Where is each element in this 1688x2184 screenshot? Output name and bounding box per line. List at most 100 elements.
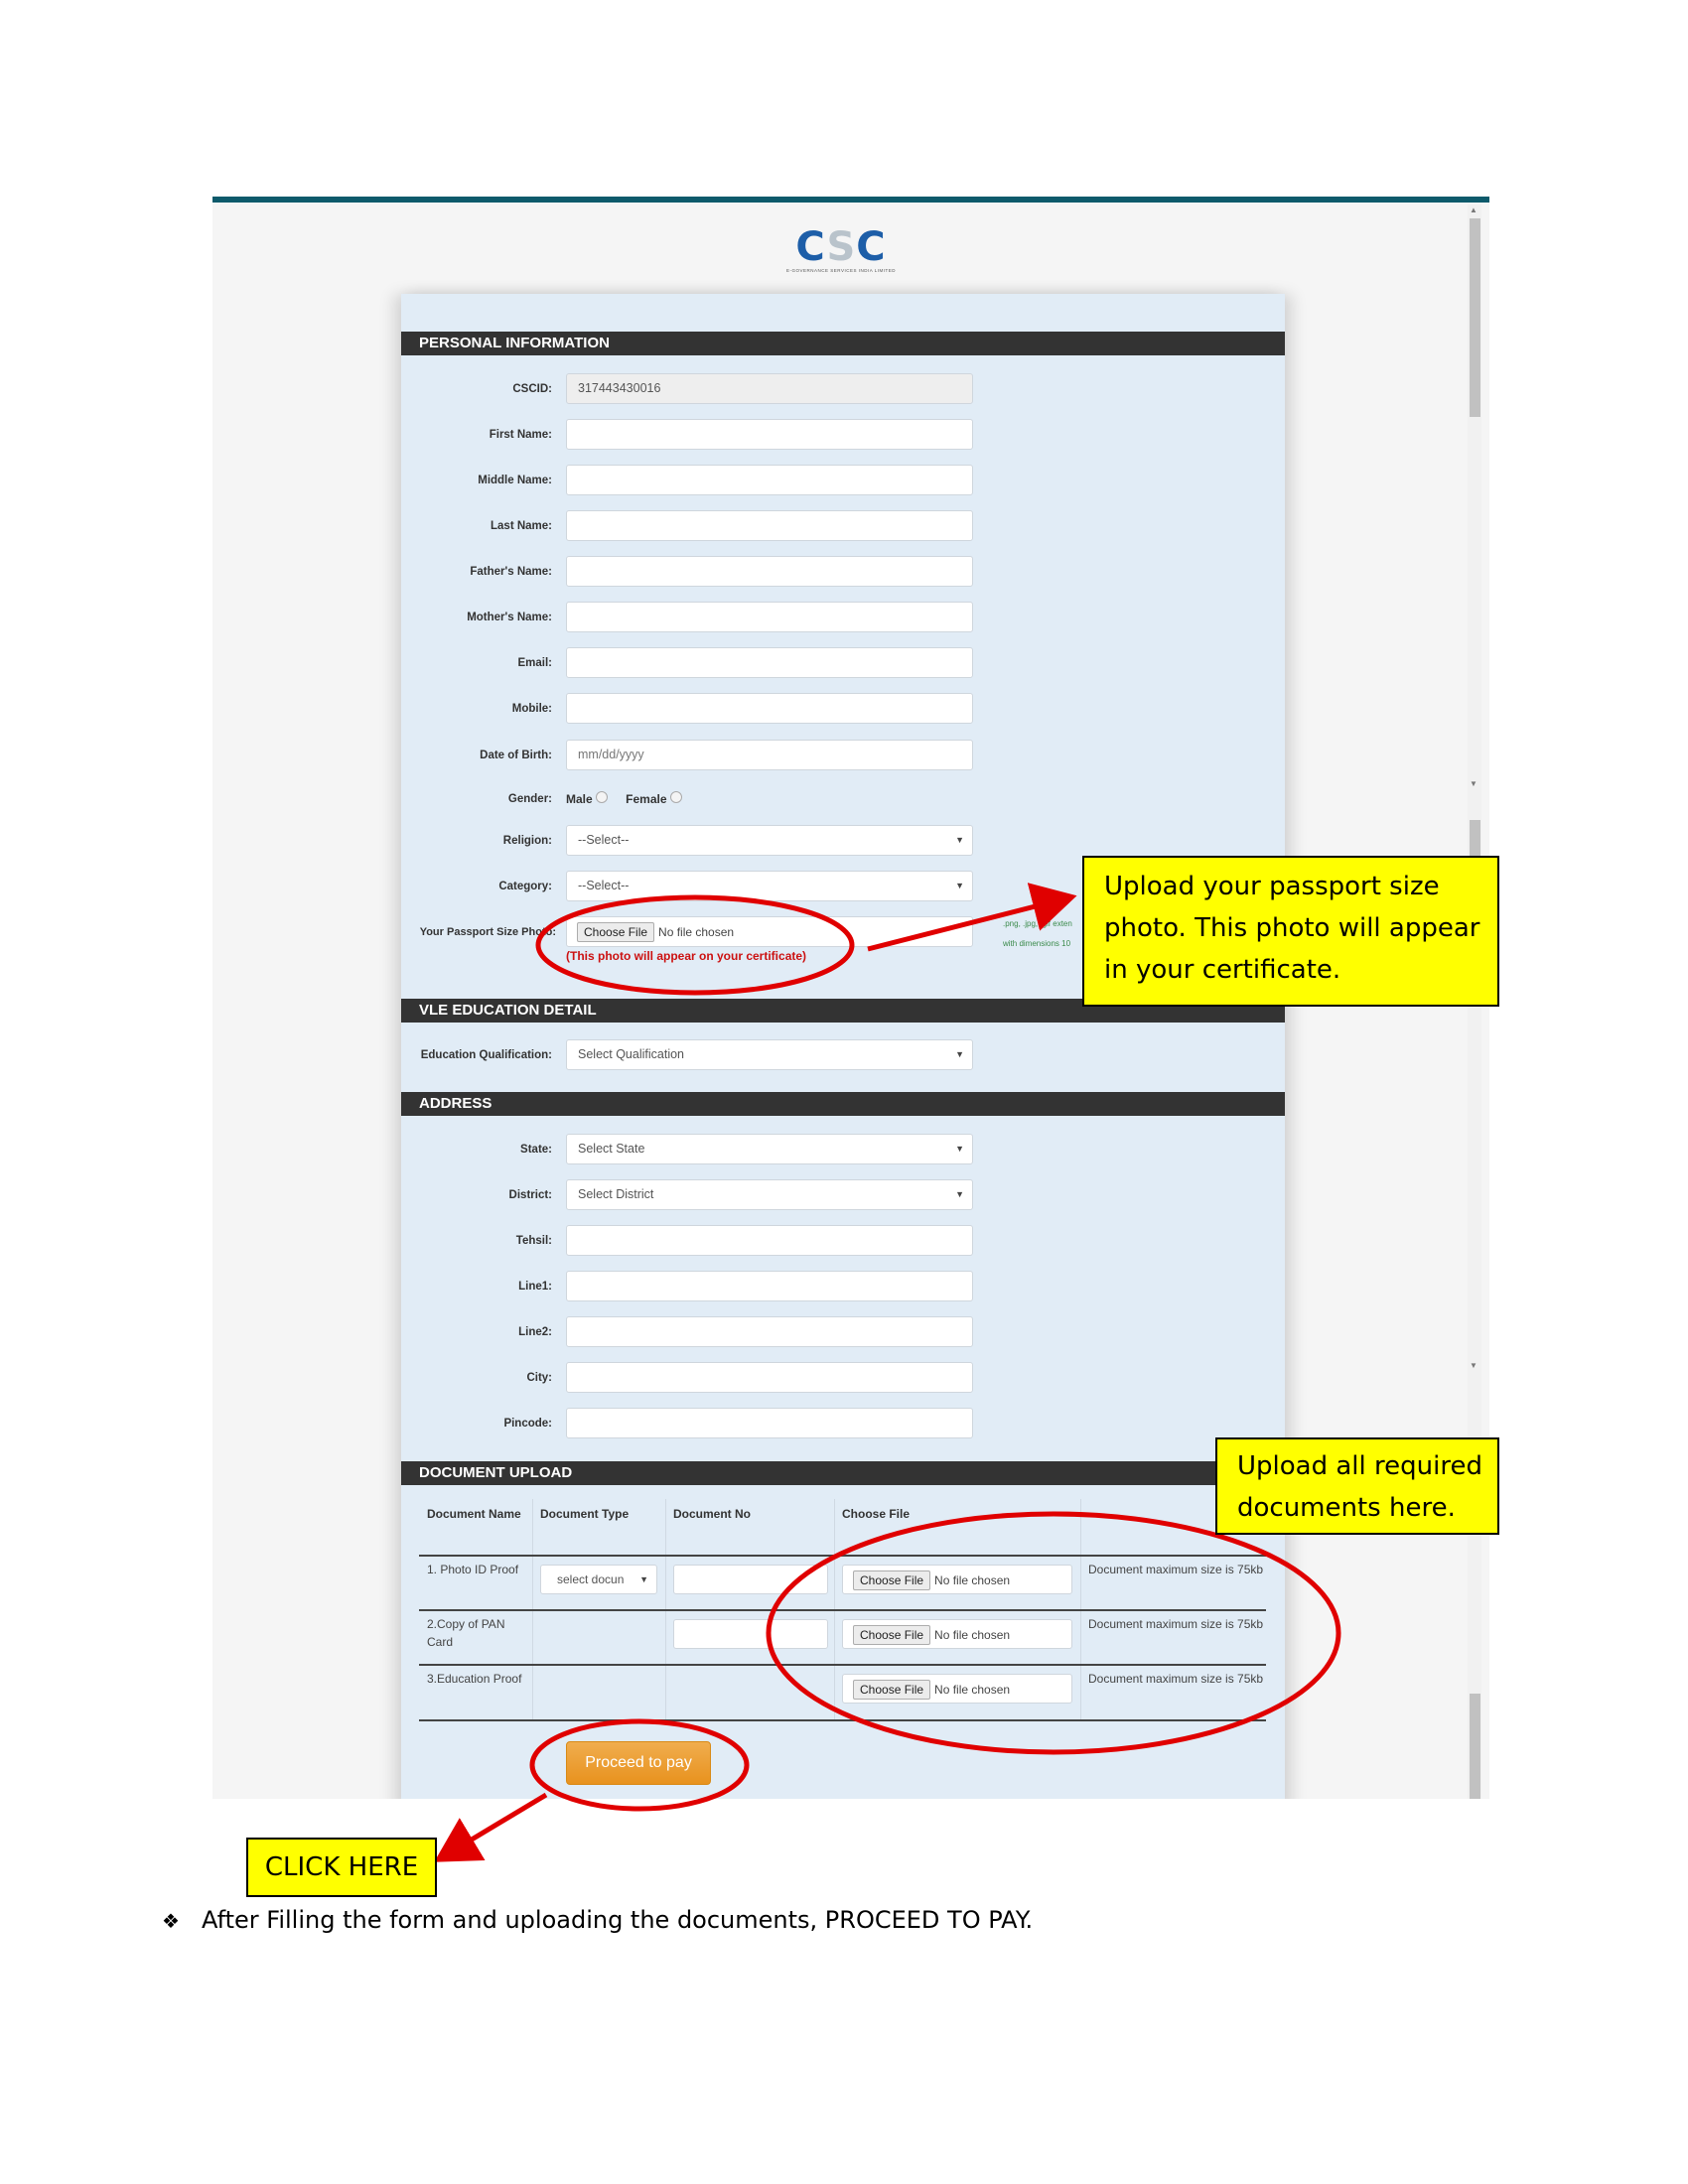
tehsil-label: Tehsil: [515,1235,552,1247]
click-here-callout: CLICK HERE [246,1838,437,1897]
religion-label: Religion: [502,835,552,847]
photo-callout: Upload your passport size photo. This ph… [1082,856,1499,1007]
pincode-field[interactable] [566,1408,973,1438]
logo-letters: CSC [795,224,887,270]
father-name-label: Father's Name: [470,566,552,578]
district-label: District: [508,1189,552,1201]
gender-male-radio[interactable] [595,791,608,803]
row-divider [419,1609,1266,1611]
mother-name-field[interactable] [566,602,973,632]
scroll-down-icon[interactable]: ▼ [1470,1362,1477,1370]
photo-note: (This photo will appear on your certific… [566,949,807,963]
father-name-field[interactable] [566,556,973,587]
photo-hint-line2: with dimensions 10 [1003,939,1071,948]
line1-field[interactable] [566,1271,973,1301]
file-status: No file chosen [934,1683,1011,1697]
instruction-text: After Filling the form and uploading the… [202,1906,1034,1934]
district-selected: Select District [578,1187,654,1201]
qualification-label: Education Qualification: [420,1049,552,1061]
section-address: ADDRESS [401,1092,1285,1116]
choose-file-button[interactable]: Choose File [853,1570,931,1590]
qualification-select[interactable]: Select Qualification ▼ [566,1039,973,1070]
document-no-field[interactable] [673,1619,828,1649]
document-name: 2.Copy of PAN Card [427,1617,505,1649]
category-selected: --Select-- [578,879,630,892]
instruction-line: ❖ After Filling the form and uploading th… [162,1906,1033,1934]
last-name-field[interactable] [566,510,973,541]
document-size-note: Document maximum size is 75kb [1088,1617,1264,1631]
dob-label: Date of Birth: [480,750,552,761]
mother-name-label: Mother's Name: [467,612,552,623]
photo-file-status: No file chosen [658,925,735,939]
category-select[interactable]: --Select-- ▼ [566,871,973,901]
click-here-arrow [434,1792,548,1862]
state-label: State: [520,1144,552,1156]
email-field[interactable] [566,647,973,678]
city-label: City: [526,1372,552,1384]
photo-file-input[interactable]: Choose File No file chosen [566,916,973,947]
category-label: Category: [498,881,552,892]
document-file-input[interactable]: Choose File No file chosen [842,1565,1072,1594]
line1-label: Line1: [518,1281,552,1293]
photo-hint-line1: .png, .jpg, .gif exten [1003,919,1072,928]
row-divider [419,1664,1266,1666]
section-personal-information: PERSONAL INFORMATION [401,332,1285,355]
chevron-down-icon: ▼ [955,1049,964,1059]
line2-label: Line2: [518,1326,552,1338]
row-divider [419,1719,1266,1721]
email-label: Email: [517,657,552,669]
scrollbar-thumb[interactable] [1470,1694,1480,1799]
document-file-input[interactable]: Choose File No file chosen [842,1674,1072,1704]
state-selected: Select State [578,1142,645,1156]
cscid-label: CSCID: [512,383,552,395]
scroll-up-icon[interactable]: ▲ [1470,206,1477,214]
choose-file-button[interactable]: Choose File [853,1625,931,1645]
first-name-label: First Name: [489,429,552,441]
chevron-down-icon: ▼ [639,1574,648,1584]
document-file-input[interactable]: Choose File No file chosen [842,1619,1072,1649]
gender-male-label: Male [566,792,593,806]
gender-female-label: Female [626,792,667,806]
photo-choose-file-button[interactable]: Choose File [577,922,655,942]
chevron-down-icon: ▼ [955,1144,964,1154]
scrollbar-thumb[interactable] [1470,218,1480,417]
religion-select[interactable]: --Select-- ▼ [566,825,973,856]
middle-name-field[interactable] [566,465,973,495]
document-type-selected: select docun [557,1572,625,1586]
city-field[interactable] [566,1362,973,1393]
proceed-to-pay-button[interactable]: Proceed to pay [566,1741,711,1785]
qualification-selected: Select Qualification [578,1047,685,1061]
document-type-select[interactable]: select docun ▼ [540,1565,657,1594]
choose-file-button[interactable]: Choose File [853,1680,931,1700]
gender-radio-group: Male Female [566,790,682,808]
document-name: 1. Photo ID Proof [427,1563,519,1576]
scroll-down-icon[interactable]: ▼ [1470,780,1477,788]
chevron-down-icon: ▼ [955,1189,964,1199]
photo-label: Your Passport Size Photo: [419,926,556,938]
logo-tagline: E-GOVERNANCE SERVICES INDIA LIMITED [786,268,896,273]
header-choose-file: Choose File [842,1507,911,1521]
section-document-upload: DOCUMENT UPLOAD [401,1461,1285,1485]
line2-field[interactable] [566,1316,973,1347]
dob-field[interactable]: mm/dd/yyyy [566,740,973,770]
tehsil-field[interactable] [566,1225,973,1256]
religion-selected: --Select-- [578,833,630,847]
file-status: No file chosen [934,1573,1011,1587]
gender-female-radio[interactable] [669,791,682,803]
file-status: No file chosen [934,1628,1011,1642]
registration-form: PERSONAL INFORMATION CSCID: 317443430016… [401,294,1285,1799]
mobile-field[interactable] [566,693,973,724]
district-select[interactable]: Select District ▼ [566,1179,973,1210]
header-document-type: Document Type [540,1507,630,1521]
middle-name-label: Middle Name: [478,475,552,486]
top-accent-bar [212,197,1489,203]
gender-label: Gender: [507,793,552,805]
document-no-field[interactable] [673,1565,828,1594]
header-divider [419,1555,1266,1557]
pincode-label: Pincode: [503,1418,552,1430]
first-name-field[interactable] [566,419,973,450]
state-select[interactable]: Select State ▼ [566,1134,973,1164]
document-size-note: Document maximum size is 75kb [1088,1563,1264,1576]
documents-callout: Upload all required documents here. [1215,1437,1499,1535]
csc-logo: CSC E-GOVERNANCE SERVICES INDIA LIMITED [786,226,896,276]
